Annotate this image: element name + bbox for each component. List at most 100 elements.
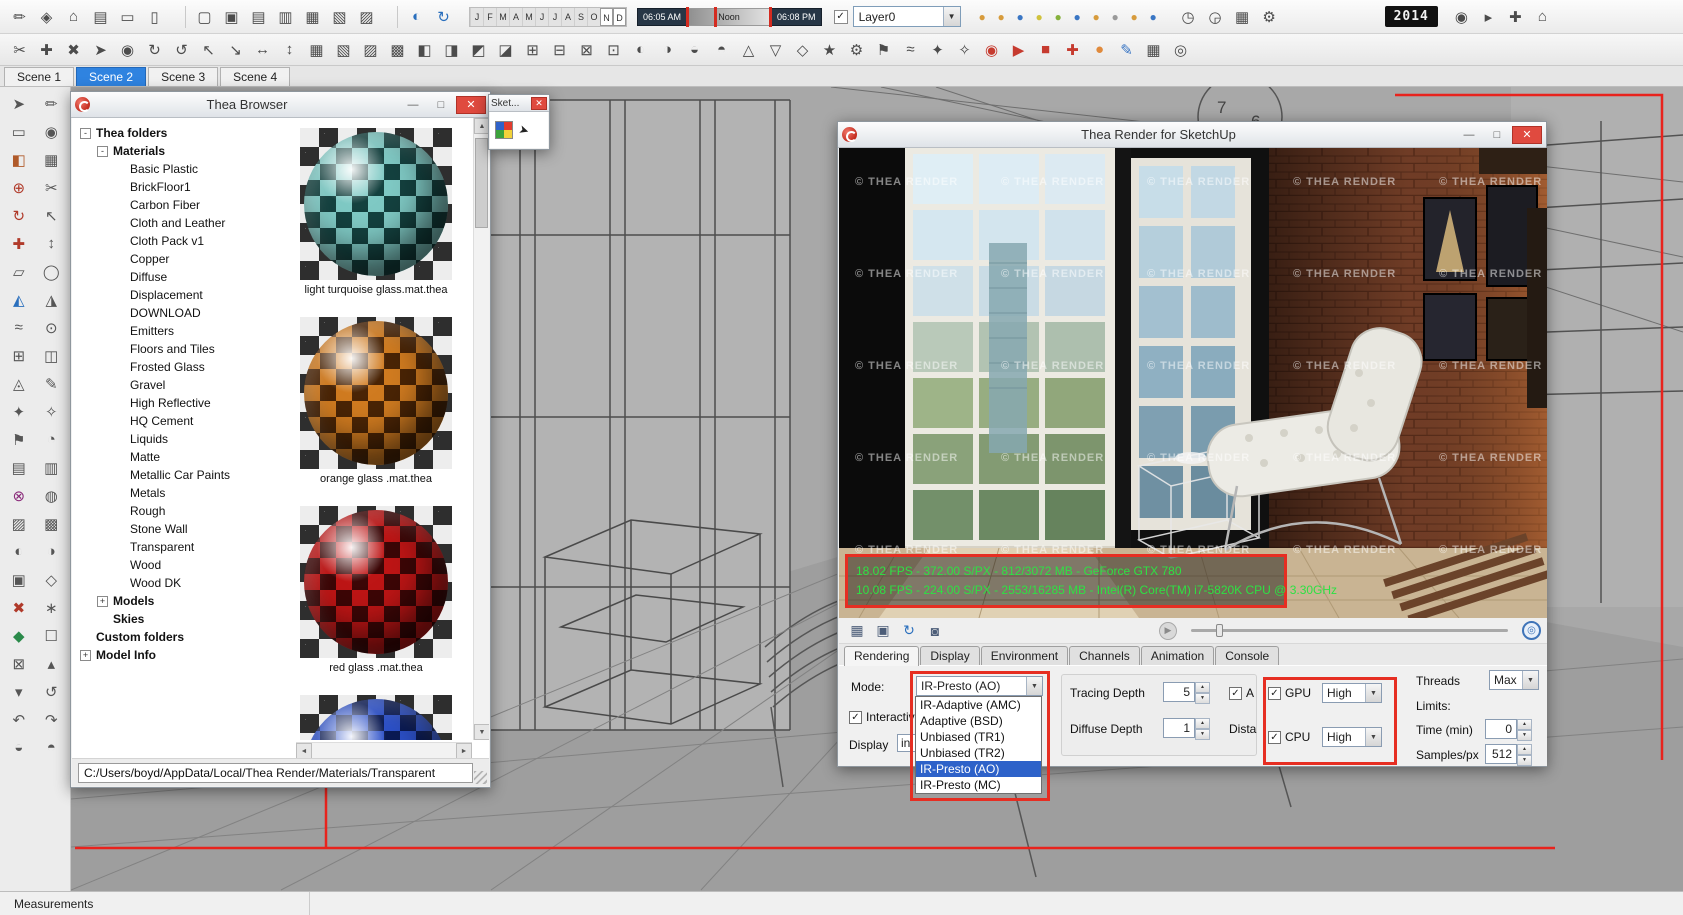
tree-item[interactable]: Gravel xyxy=(76,376,284,394)
tree-expander-icon[interactable] xyxy=(114,506,125,517)
add-location-icon[interactable]: ✚ xyxy=(1502,4,1529,30)
polygon-tool-icon[interactable]: ▱ xyxy=(3,259,35,284)
time-limit-spinner[interactable]: 0 ▲ ▼ xyxy=(1485,719,1532,741)
plugin-icon[interactable]: ◧ xyxy=(411,37,438,63)
scroll-up-icon[interactable]: ▲ xyxy=(474,118,489,134)
tree-item[interactable]: + Models xyxy=(76,592,284,610)
scissors-tool-icon[interactable]: ✂ xyxy=(36,175,68,200)
tree-expander-icon[interactable] xyxy=(114,254,125,265)
tree-expander-icon[interactable] xyxy=(114,488,125,499)
tree-item[interactable]: Metallic Car Paints xyxy=(76,466,284,484)
material-item[interactable]: light turquoise glass.mat.thea xyxy=(296,128,456,297)
plugin-icon[interactable]: ▧ xyxy=(330,37,357,63)
measure-icon[interactable]: ✎ xyxy=(1113,37,1140,63)
walk-icon[interactable]: ◉ xyxy=(1448,4,1475,30)
tree-item[interactable]: BrickFloor1 xyxy=(76,178,284,196)
maximize-button[interactable]: □ xyxy=(428,96,454,114)
plugin-icon[interactable]: ✖ xyxy=(60,37,87,63)
tree-item[interactable]: Metals xyxy=(76,484,284,502)
cpu-checkbox[interactable]: ✓ CPU xyxy=(1268,730,1310,744)
scene-tab[interactable]: Scene 3 xyxy=(148,67,219,86)
diffuse-depth-spinner[interactable]: 1 ▲ ▼ xyxy=(1163,718,1210,740)
grid-icon[interactable]: ▦ xyxy=(1229,4,1256,30)
spin-up-icon[interactable]: ▲ xyxy=(1517,744,1532,755)
render-tab[interactable]: Animation xyxy=(1140,646,1215,665)
plugin-icon[interactable]: ◒ xyxy=(681,37,708,63)
thea-ir-icon[interactable]: ▶ xyxy=(1005,37,1032,63)
month-label[interactable]: A xyxy=(509,7,522,26)
month-label[interactable]: S xyxy=(574,7,587,26)
time-track[interactable]: Noon xyxy=(686,6,773,27)
section-tool-icon[interactable]: ◬ xyxy=(3,371,35,396)
material-item[interactable]: orange glass .mat.thea xyxy=(296,317,456,486)
save-all-button[interactable]: ▣ xyxy=(871,620,895,642)
month-label[interactable]: J xyxy=(548,7,561,26)
tree-expander-icon[interactable] xyxy=(114,416,125,427)
shadows-time-slider[interactable]: 06:05 AM Noon 06:08 PM xyxy=(637,6,822,27)
render-tab[interactable]: Display xyxy=(920,646,980,665)
samples-spinner[interactable]: 512 ▲ ▼ xyxy=(1485,744,1532,766)
section-icon[interactable]: ▸ xyxy=(1475,4,1502,30)
shadow-tool-icon[interactable]: ▨ xyxy=(3,511,35,536)
cpu-priority-combobox[interactable]: High ▼ xyxy=(1322,727,1382,747)
diffuse-depth-value[interactable]: 1 xyxy=(1163,718,1195,738)
render-tab[interactable]: Environment xyxy=(980,646,1069,665)
scene-tab[interactable]: Scene 2 xyxy=(76,67,147,86)
refresh-button[interactable]: ↻ xyxy=(897,620,921,642)
month-label[interactable]: D xyxy=(613,7,626,26)
plugin-icon[interactable]: ✦ xyxy=(924,37,951,63)
spin-down-icon[interactable]: ▼ xyxy=(1195,729,1210,740)
style-wireframe-icon[interactable]: ▤ xyxy=(245,4,272,30)
plugin-icon[interactable]: ↖ xyxy=(195,37,222,63)
style-tool-icon[interactable]: ▥ xyxy=(36,455,68,480)
act-camera-icon[interactable]: ● xyxy=(1106,4,1125,30)
tree-expander-icon[interactable]: + xyxy=(97,595,108,607)
material-tool-icon[interactable]: ◆ xyxy=(3,623,35,648)
house-icon[interactable]: ⌂ xyxy=(60,4,87,30)
tree-expander-icon[interactable]: - xyxy=(80,127,91,139)
tree-expander-icon[interactable] xyxy=(114,236,125,247)
model-info-icon[interactable]: ⌂ xyxy=(1529,4,1556,30)
tree-item[interactable]: Frosted Glass xyxy=(76,358,284,376)
tree-item[interactable]: Copper xyxy=(76,250,284,268)
tree-item[interactable]: - Materials xyxy=(76,142,284,160)
freehand-tool-icon[interactable]: ≈ xyxy=(3,315,35,340)
gpu-checkbox[interactable]: ✓ GPU xyxy=(1268,686,1311,700)
plugin-icon[interactable]: ⊠ xyxy=(573,37,600,63)
month-label[interactable]: F xyxy=(483,7,496,26)
mode-option[interactable]: IR-Adaptive (AMC) xyxy=(916,697,1041,713)
plugin-icon[interactable]: ≈ xyxy=(897,37,924,63)
tree-expander-icon[interactable] xyxy=(114,380,125,391)
material-path-field[interactable]: C:/Users/boyd/AppData/Local/Thea Render/… xyxy=(78,762,473,783)
plugin-icon[interactable]: ▨ xyxy=(357,37,384,63)
tree-expander-icon[interactable] xyxy=(114,326,125,337)
month-label[interactable]: O xyxy=(587,7,600,26)
month-label[interactable]: N xyxy=(600,7,613,26)
vertical-scrollbar[interactable]: ▲ ▼ xyxy=(473,118,489,740)
component-tool-icon[interactable]: ◇ xyxy=(36,567,68,592)
time-limit-value[interactable]: 0 xyxy=(1485,719,1517,739)
thea-browser-icon[interactable]: ● xyxy=(1086,37,1113,63)
act-camera-icon[interactable]: ● xyxy=(992,4,1011,30)
tree-item[interactable]: - Thea folders xyxy=(76,124,284,142)
eraser-tool-icon[interactable]: ▭ xyxy=(3,119,35,144)
time-slider-handle[interactable] xyxy=(714,6,718,27)
orbit-icon[interactable]: ◐ xyxy=(403,4,430,30)
mode-option[interactable]: Adaptive (BSD) xyxy=(916,713,1041,729)
chevron-down-icon[interactable]: ▼ xyxy=(942,7,960,26)
soften-tool-icon[interactable]: ◑ xyxy=(36,539,68,564)
act-camera-icon[interactable]: ● xyxy=(1011,4,1030,30)
plugin-icon[interactable]: ⚙ xyxy=(843,37,870,63)
supersampling-checkbox[interactable]: ✓ A xyxy=(1229,686,1254,700)
tree-item[interactable]: + Model Info xyxy=(76,646,284,664)
tree-item[interactable]: Rough xyxy=(76,502,284,520)
tree-expander-icon[interactable] xyxy=(114,470,125,481)
plugin-icon[interactable]: ↻ xyxy=(141,37,168,63)
month-label[interactable]: J xyxy=(470,7,483,26)
plugin-icon[interactable]: ✚ xyxy=(33,37,60,63)
act-camera-icon[interactable]: ● xyxy=(1030,4,1049,30)
redo-tool-icon[interactable]: ↶ xyxy=(3,707,35,732)
up-tool-icon[interactable]: ▴ xyxy=(36,651,68,676)
plugin-icon[interactable]: ◑ xyxy=(654,37,681,63)
spin-up-icon[interactable]: ▲ xyxy=(1195,682,1210,693)
